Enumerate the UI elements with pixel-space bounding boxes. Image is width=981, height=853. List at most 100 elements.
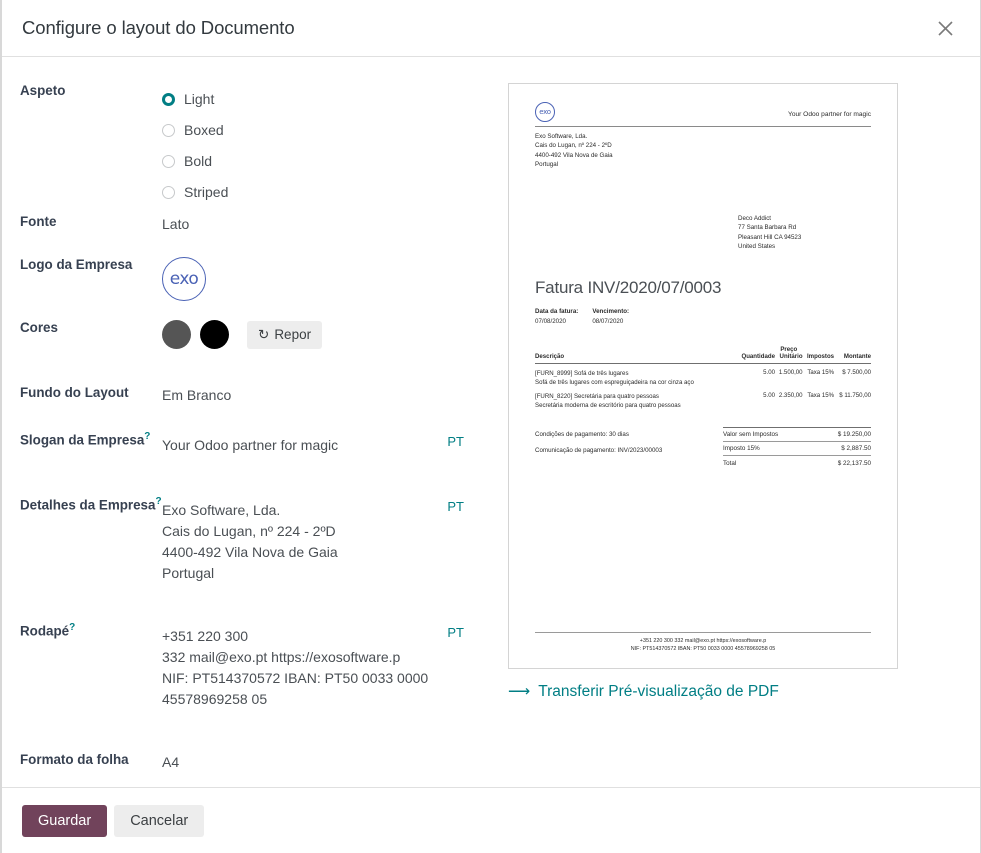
company-tagline-input[interactable]: Your Odoo partner for magic [162,435,492,456]
address-line: Pleasant Hill CA 94523 [738,233,802,241]
footer-line: 45578969258 05 [162,691,268,707]
total-row-untaxed: Valor sem Impostos $ 19.250,00 [723,426,871,441]
preview-header: exo Your Odoo partner for magic [535,102,871,122]
total-label: Imposto 15% [723,445,760,453]
field-company-logo: Logo da Empresa exo [2,257,492,301]
field-company-tagline: Slogan da Empresa? Your Odoo partner for… [2,431,492,456]
item-sub: Secretária moderna de escritório para qu… [535,402,681,410]
radio-label: Boxed [184,122,224,138]
font-select-value[interactable]: Lato [162,214,492,235]
company-details-textarea[interactable]: Exo Software, Lda. Cais do Lugan, nº 224… [162,500,492,584]
language-badge-tagline[interactable]: PT [447,431,464,452]
field-logo-label: Logo da Empresa [20,257,133,272]
col-unit-price: Preço Unitário [774,345,803,364]
preview-summary: Condições de pagamento: 30 dias Comunica… [535,426,871,470]
invoice-date-value: 07/08/2020 [535,317,566,325]
preview-dates: Data da fatura: 07/08/2020 Vencimento: 0… [535,308,871,325]
help-icon[interactable]: ? [155,496,161,507]
cell-taxes: Taxa 15% [807,368,835,376]
radio-dot-icon [162,93,175,106]
cell-quantity: 5.00 [763,392,775,400]
cell-amount: $ 11.750,00 [839,392,871,400]
preview-footer: +351 220 300 332 mail@exo.pt https://exo… [535,631,871,654]
reset-colors-label: Repor [274,327,312,342]
radio-option-light[interactable]: Light [162,84,492,115]
invoice-date: Data da fatura: 07/08/2020 [535,308,578,325]
col-quantity: Quantidade [736,345,775,364]
company-logo[interactable]: exo [162,257,206,301]
payment-terms: Condições de pagamento: 30 dias [535,430,629,438]
address-line: Exo Software, Lda. [535,133,588,140]
field-aspect: Aspeto Light Boxed Bold Striped [2,83,492,208]
language-badge-company-details[interactable]: PT [447,496,464,517]
table-row: [FURN_8999] Sofá de três lugares Sofá de… [535,363,871,387]
field-font: Fonte Lato [2,214,492,235]
preview-invoice-title: Fatura INV/2020/07/0003 [535,278,722,297]
company-details-line: 4400-492 Vila Nova de Gaia [162,544,338,560]
preview-logo: exo [535,102,555,122]
preview-customer-address: Deco Addict 77 Santa Barbara Rd Pleasant… [738,214,871,252]
download-pdf-preview-link[interactable]: ⟶ Transferir Pré-visualização de PDF [508,682,956,701]
help-icon[interactable]: ? [69,622,75,633]
color-swatch-primary[interactable] [162,320,191,349]
col-taxes: Impostos [802,345,835,364]
address-line: United States [738,243,776,251]
save-button[interactable]: Guardar [22,804,108,837]
address-line: Portugal [535,161,559,169]
radio-option-boxed[interactable]: Boxed [162,115,492,146]
table-header-row: Descrição Quantidade Preço Unitário Impo… [535,345,871,364]
preview-header-divider [535,126,871,127]
preview-line-items-table: Descrição Quantidade Preço Unitário Impo… [535,345,871,411]
address-line: Cais do Lugan, nº 224 - 2ºD [535,142,612,150]
logo-text: exo [169,268,199,289]
footer-line: NIF: PT514370572 IBAN: PT50 0033 0000 [162,670,429,686]
invoice-preview: exo Your Odoo partner for magic Exo Soft… [508,83,898,669]
field-tagline-label: Slogan da Empresa? [20,431,151,448]
dialog-body: Aspeto Light Boxed Bold Striped Fonte La… [2,57,980,787]
cell-quantity: 5.00 [763,368,775,376]
table-head: Descrição Quantidade Preço Unitário Impo… [535,345,871,364]
field-footer-label: Rodapé? [20,622,76,639]
field-layout-background: Fundo do Layout Em Branco [2,385,492,406]
field-aspect-label: Aspeto [20,83,66,98]
radio-dot-icon [162,155,175,168]
radio-dot-icon [162,124,175,137]
preview-totals: Valor sem Impostos $ 19.250,00 Imposto 1… [723,426,871,470]
due-date-value: 08/07/2020 [592,317,624,325]
total-row-total: Total $ 22,137.50 [723,455,871,469]
cell-unit-price: 2.350,00 [778,392,803,400]
reset-colors-button[interactable]: ↻ Repor [247,320,323,349]
footer-textarea[interactable]: +351 220 300 332 mail@exo.pt https://exo… [162,626,492,710]
cell-taxes: Taxa 15% [807,392,835,400]
preview-payment-info: Condições de pagamento: 30 dias Comunica… [535,427,662,459]
aspect-radio-group: Light Boxed Bold Striped [162,83,492,208]
layout-background-value[interactable]: Em Branco [162,385,492,406]
table-body: [FURN_8999] Sofá de três lugares Sofá de… [535,363,871,411]
cancel-button[interactable]: Cancelar [114,804,205,837]
radio-option-bold[interactable]: Bold [162,146,492,177]
address-line: 77 Santa Barbara Rd [738,224,797,232]
field-paper-format-label: Formato da folha [20,752,129,767]
help-icon[interactable]: ? [144,431,150,442]
address-line: Deco Addict [738,214,772,222]
layout-settings-form: Aspeto Light Boxed Bold Striped Fonte La… [2,57,492,787]
close-icon[interactable] [930,13,960,43]
company-details-line: Cais do Lugan, nº 224 - 2ºD [162,523,336,539]
field-layout-background-label: Fundo do Layout [20,385,129,400]
document-preview-panel: exo Your Odoo partner for magic Exo Soft… [492,57,980,787]
total-value: $ 19.250,00 [837,430,871,438]
cell-description: [FURN_8999] Sofá de três lugares Sofá de… [535,363,736,387]
total-label: Valor sem Impostos [723,430,779,438]
radio-option-striped[interactable]: Striped [162,177,492,208]
arrow-right-icon: ⟶ [508,683,531,700]
total-value: $ 22,137.50 [837,459,871,467]
color-swatch-secondary[interactable] [200,320,229,349]
paper-format-value[interactable]: A4 [162,752,492,773]
page-title: Configure o layout do Documento [22,17,295,38]
invoice-date-label: Data da fatura: [535,308,579,315]
language-badge-footer[interactable]: PT [447,622,464,643]
company-details-line: Exo Software, Lda. [162,502,281,518]
footer-line: +351 220 300 332 mail@exo.pt https://exo… [639,637,767,644]
field-paper-format: Formato da folha A4 [2,752,492,773]
item-name: [FURN_8220] Secretária para quatro pesso… [535,393,659,401]
